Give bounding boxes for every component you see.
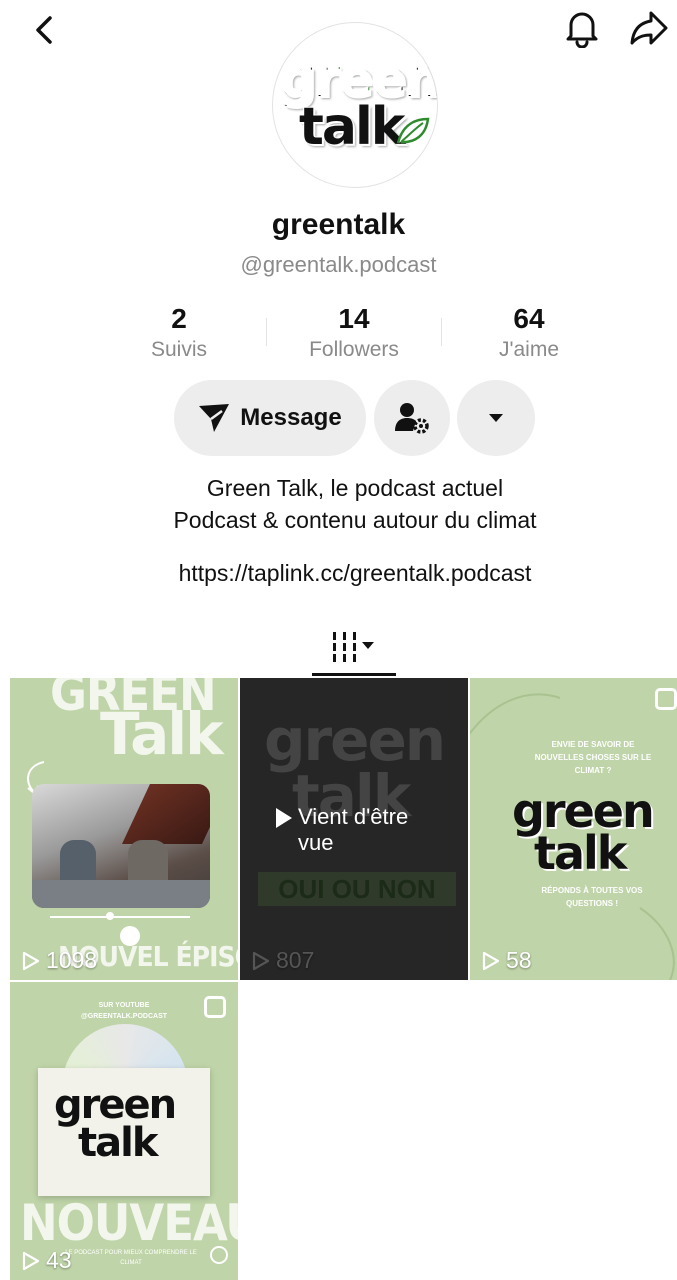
carousel-icon (204, 996, 226, 1018)
tab-underline (312, 673, 396, 676)
tile-question: ENVIE DE SAVOIR DE NOUVELLES CHOSES SUR … (534, 740, 652, 775)
just-watched-text: Vient d'être vue (298, 804, 409, 855)
bio-link[interactable]: https://taplink.cc/greentalk.podcast (0, 560, 677, 587)
tile-top-line: @GREENTALK.PODCAST (80, 1013, 168, 1020)
user-gear-icon (395, 403, 429, 434)
scan-icon (210, 1246, 228, 1264)
view-count: 1098 (22, 947, 97, 974)
view-count: 807 (252, 947, 314, 974)
tile-top-line: SUR YOUTUBE (98, 1002, 150, 1009)
stat-value: 14 (338, 303, 370, 334)
notifications-button[interactable] (560, 6, 604, 50)
leaf-icon (396, 117, 430, 144)
view-count-value: 58 (506, 947, 532, 973)
stat-label: J'aime (498, 338, 560, 361)
play-outline-icon (252, 951, 270, 970)
video-tile[interactable]: SUR YOUTUBE @GREENTALK.PODCAST green tal… (10, 982, 238, 1280)
caret-down-icon (489, 414, 503, 422)
grid-columns-icon (333, 632, 374, 662)
user-settings-button[interactable] (374, 380, 450, 456)
stat-divider (441, 318, 442, 346)
tile-title-big: Talk (100, 700, 224, 768)
view-count: 58 (482, 947, 532, 974)
tile-top-text: SUR YOUTUBE @GREENTALK.PODCAST (50, 1000, 198, 1022)
progress-knob (106, 912, 114, 920)
display-name: greentalk (271, 208, 406, 241)
stat-followers[interactable]: 14 Followers (274, 303, 434, 363)
staircase (122, 784, 210, 844)
avatar-logo-line2: talk (299, 97, 405, 157)
progress-track (50, 916, 190, 918)
video-tile[interactable]: GREEN Talk NOUVEL ÉPISODE 1098 (10, 678, 238, 980)
play-outline-icon (22, 951, 40, 970)
stat-value: 2 (171, 303, 187, 334)
stat-divider (266, 318, 267, 346)
play-outline-icon (482, 951, 500, 970)
tile-logo-line2: talk (534, 826, 627, 880)
play-filled-icon (276, 808, 292, 828)
stat-label: Followers (309, 338, 399, 361)
chevron-left-icon (36, 16, 52, 44)
share-arrow-icon (630, 11, 668, 45)
tile-big-text: NOUVEAU (20, 1194, 238, 1252)
video-thumbnail (32, 784, 210, 908)
back-button[interactable] (22, 8, 66, 52)
bio: Green Talk, le podcast actuel Podcast & … (0, 472, 677, 536)
view-count-value: 1098 (46, 947, 98, 973)
paper-plane-icon (199, 404, 230, 432)
more-options-button[interactable] (457, 380, 535, 456)
bio-line: Podcast & contenu autour du climat (173, 507, 537, 533)
album-cover: green talk (38, 1068, 210, 1196)
play-outline-icon (22, 1251, 40, 1270)
tile-logo-line2: talk (78, 1120, 158, 1166)
avatar[interactable]: green talk (272, 22, 438, 188)
stat-value: 64 (513, 303, 545, 334)
video-tile[interactable]: green talk OUI OU NON Vient d'être vue 8… (240, 678, 468, 980)
just-watched-label: Vient d'être vue (276, 804, 446, 856)
stat-likes[interactable]: 64 J'aime (449, 303, 609, 363)
carousel-icon (655, 688, 677, 710)
stat-following[interactable]: 2 Suivis (99, 303, 259, 363)
tab-videos-grid[interactable] (312, 622, 396, 674)
tile-answer: RÉPONDS À TOUTES VOS QUESTIONS ! (541, 886, 643, 908)
view-count-value: 43 (46, 1247, 72, 1273)
stat-label: Suivis (150, 338, 208, 361)
tile-bottom-text: LE PODCAST POUR MIEUX COMPRENDRE LE CLIM… (65, 1250, 197, 1266)
message-button-label: Message (240, 404, 342, 431)
tile-banner: OUI OU NON (258, 872, 456, 906)
username: @greentalk.podcast (240, 252, 437, 277)
bell-icon (566, 12, 598, 48)
view-count: 43 (22, 1247, 72, 1274)
bio-line: Green Talk, le podcast actuel (206, 475, 504, 501)
sofa (32, 880, 210, 908)
message-button[interactable]: Message (174, 380, 366, 456)
logo-text: talk (299, 97, 405, 157)
view-count-value: 807 (276, 947, 315, 973)
share-button[interactable] (625, 6, 673, 50)
video-tile[interactable]: ENVIE DE SAVOIR DE NOUVELLES CHOSES SUR … (470, 678, 677, 980)
